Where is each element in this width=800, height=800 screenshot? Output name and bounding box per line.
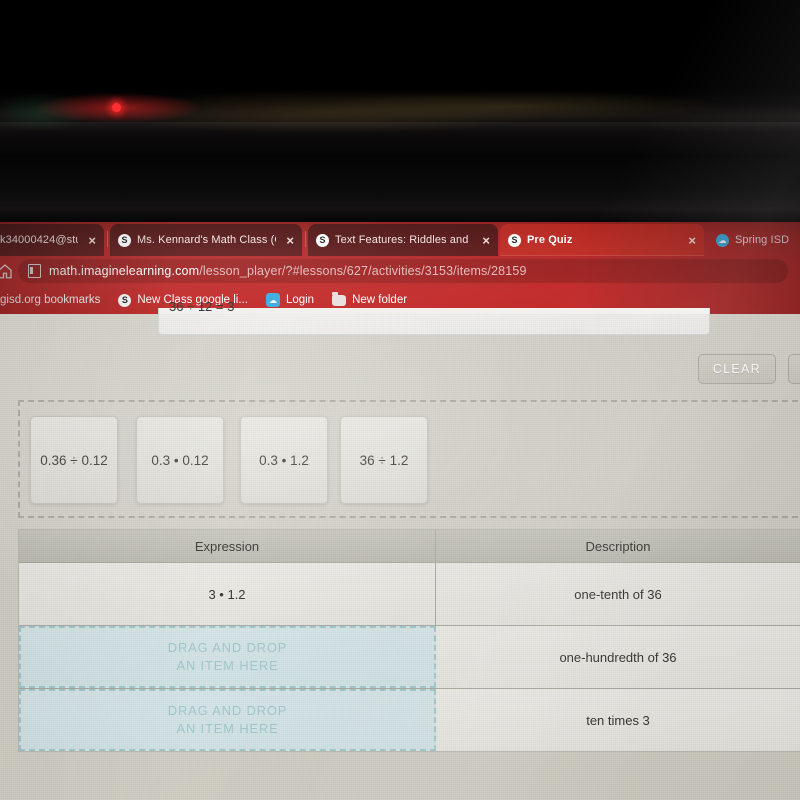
browser-chrome: k34000424@stud × S Ms. Kennard's Math Cl… (0, 222, 800, 314)
browser-tab-spring-isd[interactable]: ☁ Spring ISD (708, 224, 800, 256)
bookmark-label: New folder (352, 294, 408, 306)
tab-strip: k34000424@stud × S Ms. Kennard's Math Cl… (0, 222, 800, 256)
laptop-bezel (0, 0, 800, 222)
tile-label: 0.36 ÷ 0.12 (40, 452, 108, 468)
tab-close-icon[interactable]: × (688, 234, 696, 247)
schoology-icon: S (118, 293, 132, 307)
description-cell: ten times 3 (436, 689, 800, 751)
cutoff-expression-text: 36 ÷ 12 = 3 (169, 299, 235, 314)
draggable-tile[interactable]: 0.3 • 0.12 (136, 416, 224, 504)
tab-separator (107, 231, 108, 247)
draggable-tile[interactable]: 0.3 • 1.2 (240, 416, 328, 504)
dropzone-expression-cell[interactable]: DRAG AND DROP AN ITEM HERE (19, 689, 436, 751)
bookmark-new-folder[interactable]: New folder (323, 291, 416, 306)
address-bar-text: math.imaginelearning.com/lesson_player/?… (49, 264, 527, 278)
table-row: DRAG AND DROP AN ITEM HERE ten times 3 (19, 688, 800, 751)
cloud-icon: ☁ (716, 233, 729, 247)
tab-label: k34000424@stud (0, 234, 78, 246)
expression-cell: 3 • 1.2 (19, 563, 436, 625)
browser-tab-active-pre-quiz[interactable]: S Pre Quiz × (500, 224, 704, 256)
dropzone-line-1: DRAG AND DROP (167, 702, 288, 718)
bezel-highlight (0, 122, 800, 132)
draggable-tile[interactable]: 36 ÷ 1.2 (340, 416, 428, 504)
bookmark-label: Login (285, 294, 315, 306)
dropzone-line-1: DRAG AND DROP (167, 639, 288, 655)
clear-button[interactable]: CLEAR (697, 354, 776, 384)
webcam-indicator-led (112, 103, 121, 112)
draggable-tile-tray: 0.36 ÷ 0.12 0.3 • 0.12 0.3 • 1.2 36 ÷ 1.… (18, 400, 800, 518)
folder-icon (332, 291, 347, 306)
tab-separator (305, 231, 306, 247)
lesson-page: 36 ÷ 12 = 3 CLEAR 0.36 ÷ 0.12 0.3 • 0.12… (0, 299, 800, 800)
dropzone-line-2: AN ITEM HERE (176, 658, 279, 673)
bookmark-label: gisd.org bookmarks (0, 294, 101, 306)
previous-question-panel: 36 ÷ 12 = 3 (158, 299, 710, 335)
tab-close-icon[interactable]: × (88, 234, 96, 247)
tab-label: Spring ISD (735, 234, 790, 246)
secondary-button-clipped[interactable] (788, 354, 800, 384)
schoology-icon: S (118, 233, 131, 247)
cloud-icon: ☁ (265, 293, 280, 307)
dropzone-line-2: AN ITEM HERE (176, 721, 279, 736)
table-row: DRAG AND DROP AN ITEM HERE one-hundredth… (19, 625, 800, 688)
table-row: 3 • 1.2 one-tenth of 36 (19, 562, 800, 625)
browser-tab-1[interactable]: S Ms. Kennard's Math Class (Goo × (110, 224, 302, 256)
schoology-icon: S (316, 233, 329, 247)
address-bar[interactable]: math.imaginelearning.com/lesson_player/?… (18, 259, 788, 283)
tab-close-icon[interactable]: × (482, 234, 490, 247)
description-cell: one-tenth of 36 (436, 563, 800, 625)
url-host: math.imaginelearning.com (49, 264, 200, 278)
draggable-tile[interactable]: 0.36 ÷ 0.12 (30, 416, 118, 504)
column-header-expression: Expression (19, 530, 436, 562)
tab-label: Ms. Kennard's Math Class (Goo (137, 234, 276, 246)
tile-label: 36 ÷ 1.2 (359, 452, 409, 468)
table-header-row: Expression Description (19, 530, 800, 562)
tile-label: 0.3 • 1.2 (259, 452, 309, 468)
activity-button-row: CLEAR (697, 354, 800, 384)
tile-label: 0.3 • 0.12 (151, 452, 209, 468)
tab-close-icon[interactable]: × (286, 234, 294, 247)
browser-tab-2[interactable]: S Text Features: Riddles and Gam × (308, 224, 498, 256)
tab-label: Text Features: Riddles and Gam (335, 234, 472, 246)
tab-label: Pre Quiz (527, 234, 573, 246)
column-header-description: Description (585, 538, 651, 554)
bookmark-login[interactable]: ☁ Login (257, 293, 323, 307)
description-cell: one-hundredth of 36 (436, 626, 800, 688)
matching-table: Expression Description 3 • 1.2 one-tenth… (18, 529, 800, 752)
page-info-icon[interactable] (28, 264, 41, 278)
url-path: /lesson_player/?#lessons/627/activities/… (199, 264, 527, 278)
browser-tab-0[interactable]: k34000424@stud × (0, 224, 104, 256)
omnibox-row: math.imaginelearning.com/lesson_player/?… (0, 256, 800, 286)
home-icon[interactable] (0, 262, 14, 280)
laptop-photo-screenshot: k34000424@stud × S Ms. Kennard's Math Cl… (0, 0, 800, 800)
schoology-icon: S (508, 233, 521, 247)
dropzone-expression-cell[interactable]: DRAG AND DROP AN ITEM HERE (19, 626, 436, 688)
bookmark-gisd-org[interactable]: gisd.org bookmarks (0, 294, 109, 306)
